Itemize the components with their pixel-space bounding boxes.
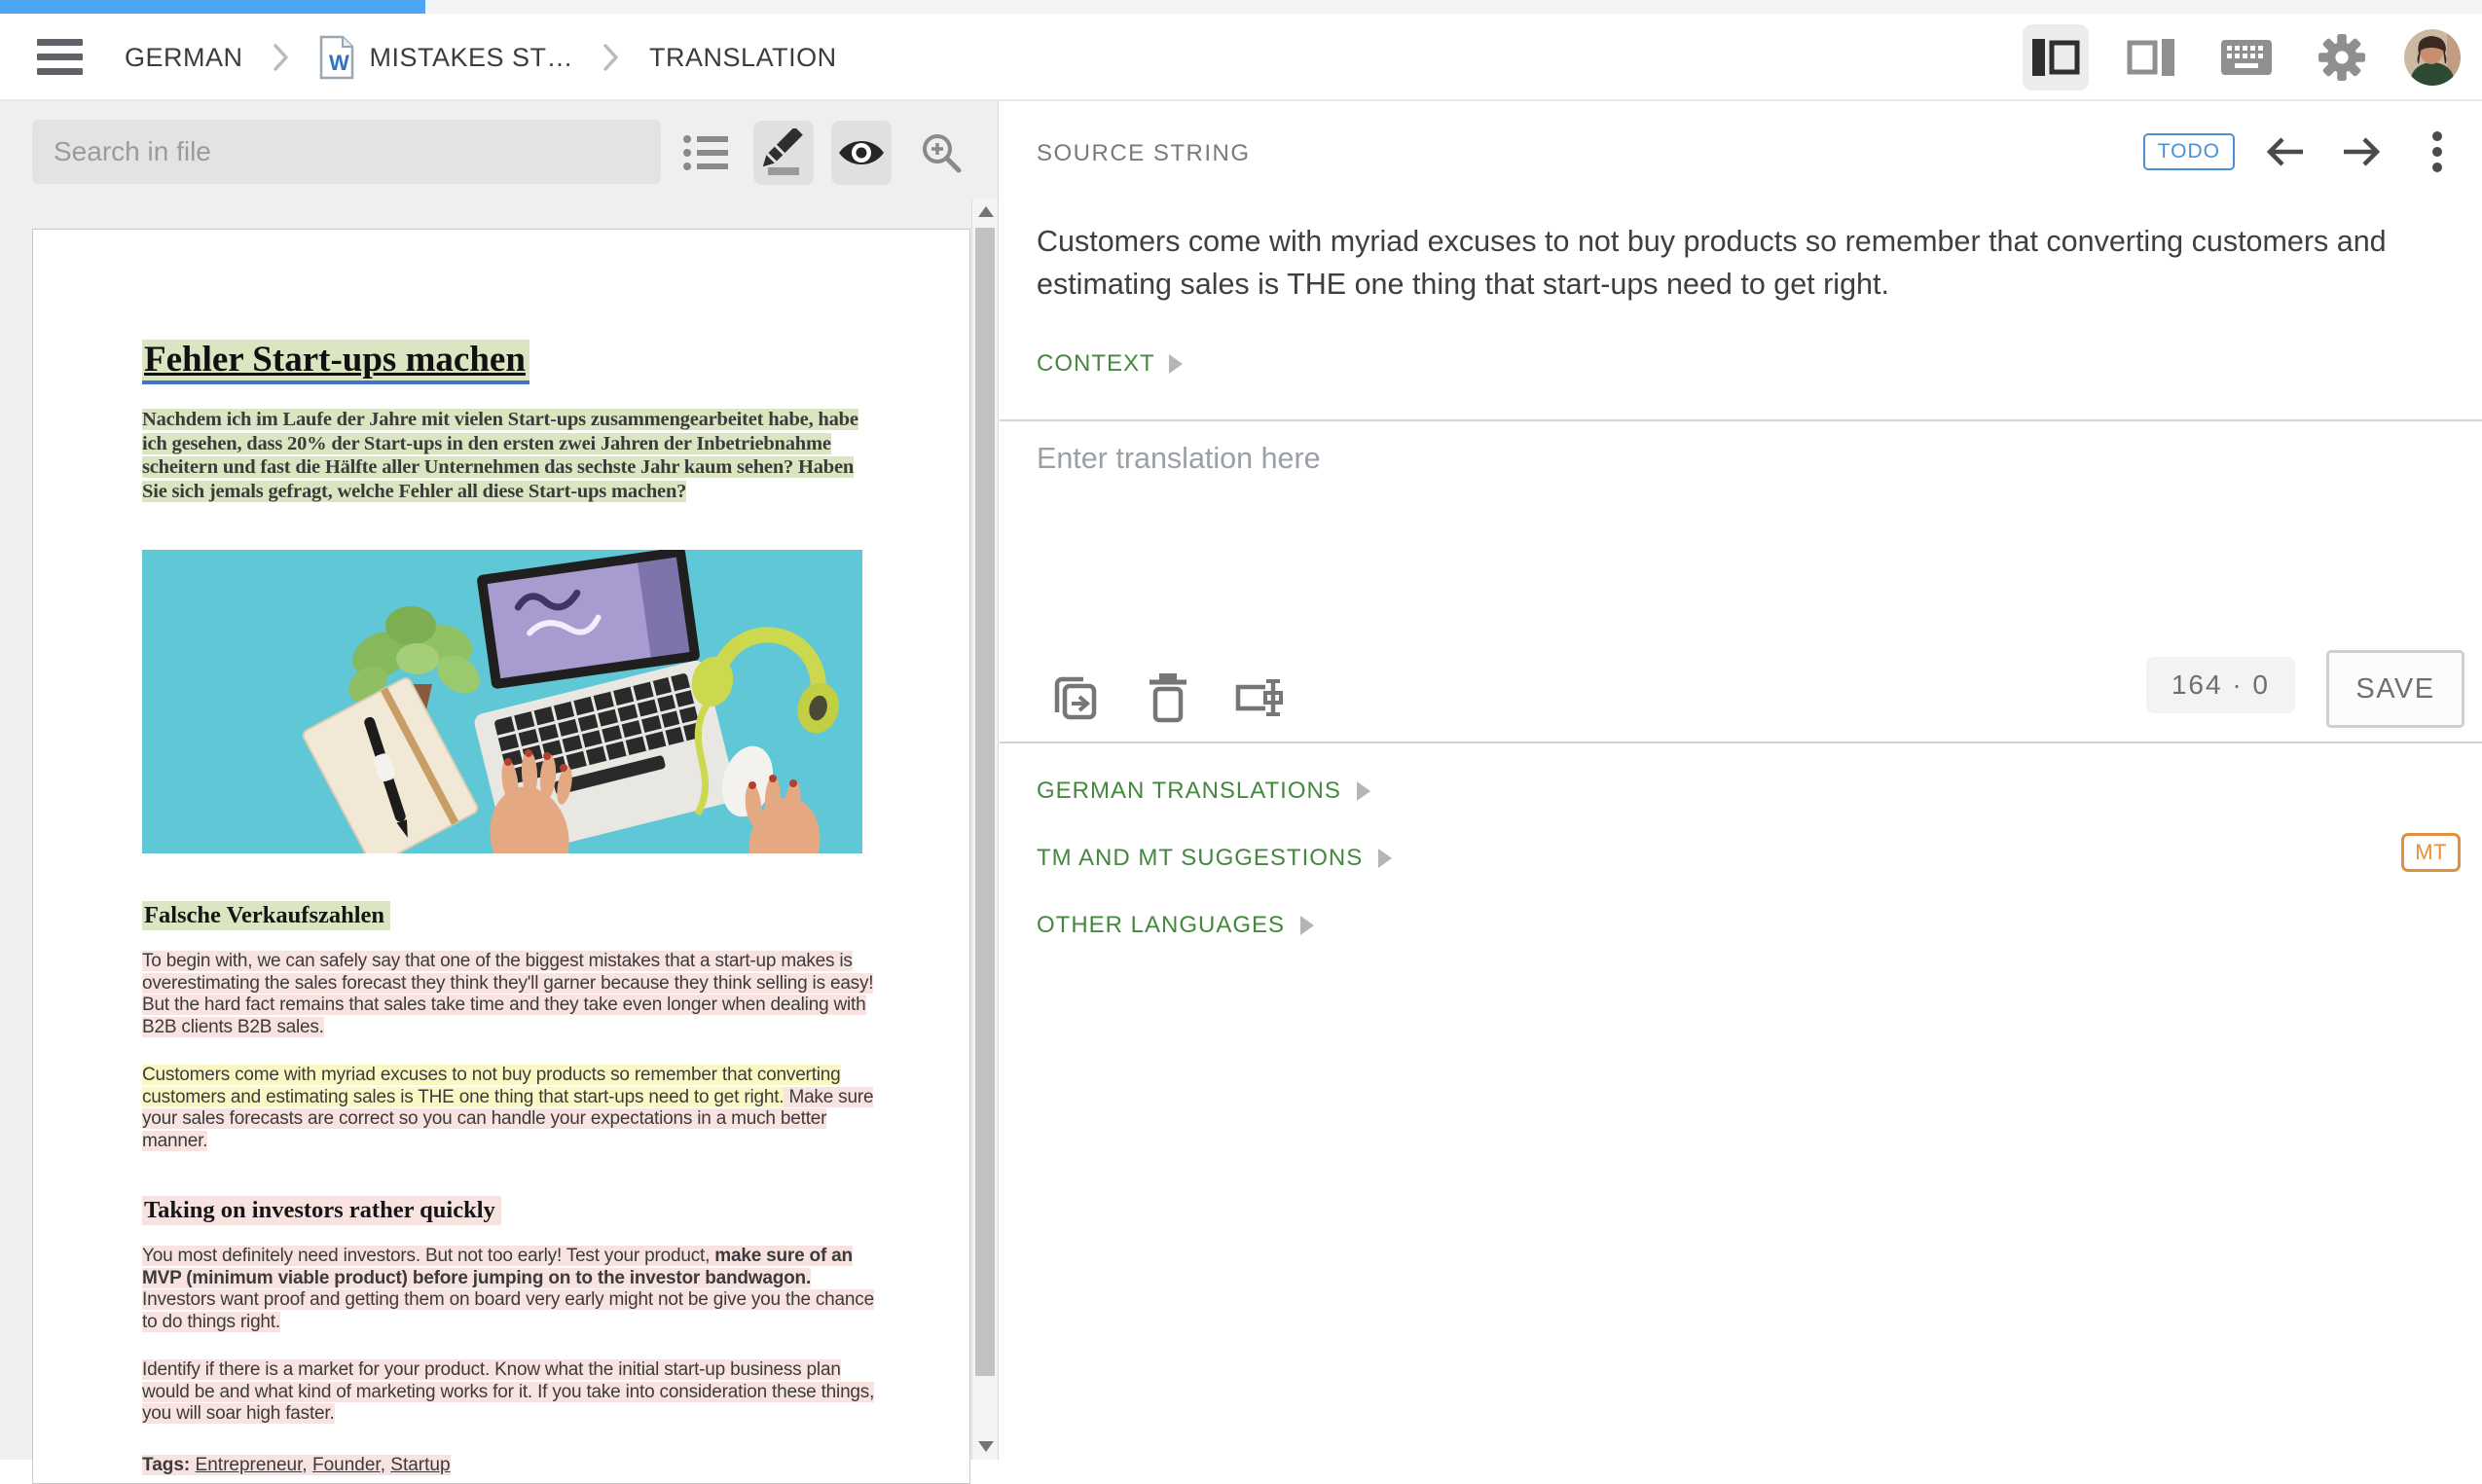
divider bbox=[1000, 419, 2482, 421]
source-string-label: SOURCE STRING bbox=[1037, 140, 1251, 167]
header-actions bbox=[2023, 14, 2461, 101]
section-tm-mt-suggestions[interactable]: TM AND MT SUGGESTIONS bbox=[1037, 834, 1392, 883]
document-preview-panel: Fehler Start-ups machen Nachdem ich im L… bbox=[0, 101, 999, 1460]
panel-left-layout-icon bbox=[2031, 38, 2080, 77]
select-text-button[interactable] bbox=[1229, 668, 1290, 728]
document-photo bbox=[142, 550, 862, 853]
svg-text:W: W bbox=[329, 51, 349, 75]
translation-actions bbox=[1046, 668, 1290, 728]
select-text-icon bbox=[1232, 673, 1287, 722]
settings-button[interactable] bbox=[2309, 24, 2375, 90]
context-expander[interactable]: CONTEXT bbox=[1037, 350, 1183, 378]
arrow-right-icon bbox=[2340, 135, 2383, 168]
breadcrumb-file[interactable]: MISTAKES ST… bbox=[370, 43, 574, 73]
doc-paragraph-market: Identify if there is a market for your p… bbox=[142, 1359, 878, 1426]
source-string-text: Customers come with myriad excuses to no… bbox=[1037, 220, 2430, 306]
translation-input[interactable] bbox=[1037, 442, 2428, 675]
doc-paragraph-customers: Customers come with myriad excuses to no… bbox=[142, 1065, 878, 1152]
word-document-icon: W bbox=[319, 35, 354, 80]
hamburger-menu-icon[interactable] bbox=[37, 39, 83, 76]
comfortable-layout-button[interactable] bbox=[2118, 24, 2184, 90]
translation-panel: SOURCE STRING TODO Customers come with m… bbox=[1000, 101, 2482, 1460]
copy-source-icon bbox=[1050, 671, 1103, 724]
status-badge[interactable]: TODO bbox=[2143, 133, 2235, 170]
mt-badge: MT bbox=[2401, 833, 2461, 872]
strings-list-button[interactable] bbox=[675, 121, 736, 185]
expander-arrow-icon bbox=[1357, 781, 1370, 801]
progress-bar bbox=[0, 0, 425, 14]
edit-mode-button[interactable] bbox=[753, 121, 814, 185]
string-controls: TODO bbox=[2143, 127, 2463, 177]
section-german-translations[interactable]: GERMAN TRANSLATIONS bbox=[1037, 767, 1370, 815]
doc-intro-paragraph: Nachdem ich im Laufe der Jahre mit viele… bbox=[142, 408, 874, 503]
doc-paragraph-investors: You most definitely need investors. But … bbox=[142, 1246, 878, 1333]
doc-title: Fehler Start-ups machen bbox=[142, 339, 860, 380]
progress-track bbox=[0, 0, 2482, 14]
selected-string-highlight[interactable]: Customers come with myriad excuses to no… bbox=[142, 1065, 841, 1107]
expander-arrow-icon bbox=[1300, 916, 1314, 935]
settings-gear-icon bbox=[2318, 34, 2365, 81]
chevron-right-icon bbox=[602, 43, 620, 72]
divider bbox=[1000, 742, 2482, 743]
user-avatar[interactable] bbox=[2404, 29, 2461, 86]
scroll-down-icon[interactable] bbox=[978, 1441, 994, 1452]
document-page: Fehler Start-ups machen Nachdem ich im L… bbox=[32, 229, 970, 1484]
top-bar: GERMAN W MISTAKES ST… TRANSLATION bbox=[0, 14, 2482, 101]
save-button[interactable]: SAVE bbox=[2326, 650, 2464, 728]
zoom-in-button[interactable] bbox=[911, 121, 971, 185]
delete-translation-button[interactable] bbox=[1138, 668, 1198, 728]
tag-link[interactable]: Entrepreneur bbox=[196, 1455, 303, 1475]
breadcrumb-language[interactable]: GERMAN bbox=[125, 43, 243, 73]
document-scrollbar[interactable] bbox=[971, 199, 998, 1460]
keyboard-icon bbox=[2221, 40, 2272, 75]
doc-heading-sales: Falsche Verkaufszahlen bbox=[142, 902, 860, 929]
search-input[interactable] bbox=[32, 120, 661, 184]
preview-mode-button[interactable] bbox=[831, 121, 892, 185]
next-string-button[interactable] bbox=[2336, 127, 2387, 177]
breadcrumb: GERMAN W MISTAKES ST… TRANSLATION bbox=[125, 14, 837, 101]
expander-arrow-icon bbox=[1378, 849, 1392, 868]
tag-link[interactable]: Founder bbox=[312, 1455, 381, 1475]
zoom-in-icon bbox=[919, 130, 964, 175]
edit-pencil-icon bbox=[762, 128, 805, 177]
doc-heading-investors: Taking on investors rather quickly bbox=[142, 1197, 860, 1224]
copy-source-button[interactable] bbox=[1046, 668, 1107, 728]
trash-icon bbox=[1146, 671, 1190, 724]
arrow-left-icon bbox=[2264, 135, 2307, 168]
more-options-button[interactable] bbox=[2412, 127, 2463, 177]
chevron-right-icon bbox=[273, 43, 290, 72]
doc-paragraph-sales: To begin with, we can safely say that on… bbox=[142, 951, 878, 1038]
panel-right-layout-icon bbox=[2127, 38, 2175, 77]
expander-arrow-icon bbox=[1169, 354, 1183, 374]
strings-list-icon bbox=[683, 134, 728, 171]
preview-eye-icon bbox=[837, 135, 886, 170]
keyboard-shortcuts-button[interactable] bbox=[2213, 24, 2280, 90]
scroll-up-icon[interactable] bbox=[978, 206, 994, 217]
breadcrumb-mode: TRANSLATION bbox=[649, 43, 837, 73]
section-other-languages[interactable]: OTHER LANGUAGES bbox=[1037, 901, 1314, 950]
kebab-menu-icon bbox=[2431, 130, 2443, 173]
scrollbar-thumb[interactable] bbox=[975, 228, 995, 1376]
doc-tags: Tags: Entrepreneur, Founder, Startup bbox=[142, 1455, 860, 1476]
tag-link[interactable]: Startup bbox=[390, 1455, 450, 1475]
char-counter: 164 · 0 bbox=[2146, 657, 2295, 713]
side-by-side-layout-button[interactable] bbox=[2023, 24, 2089, 90]
previous-string-button[interactable] bbox=[2260, 127, 2311, 177]
